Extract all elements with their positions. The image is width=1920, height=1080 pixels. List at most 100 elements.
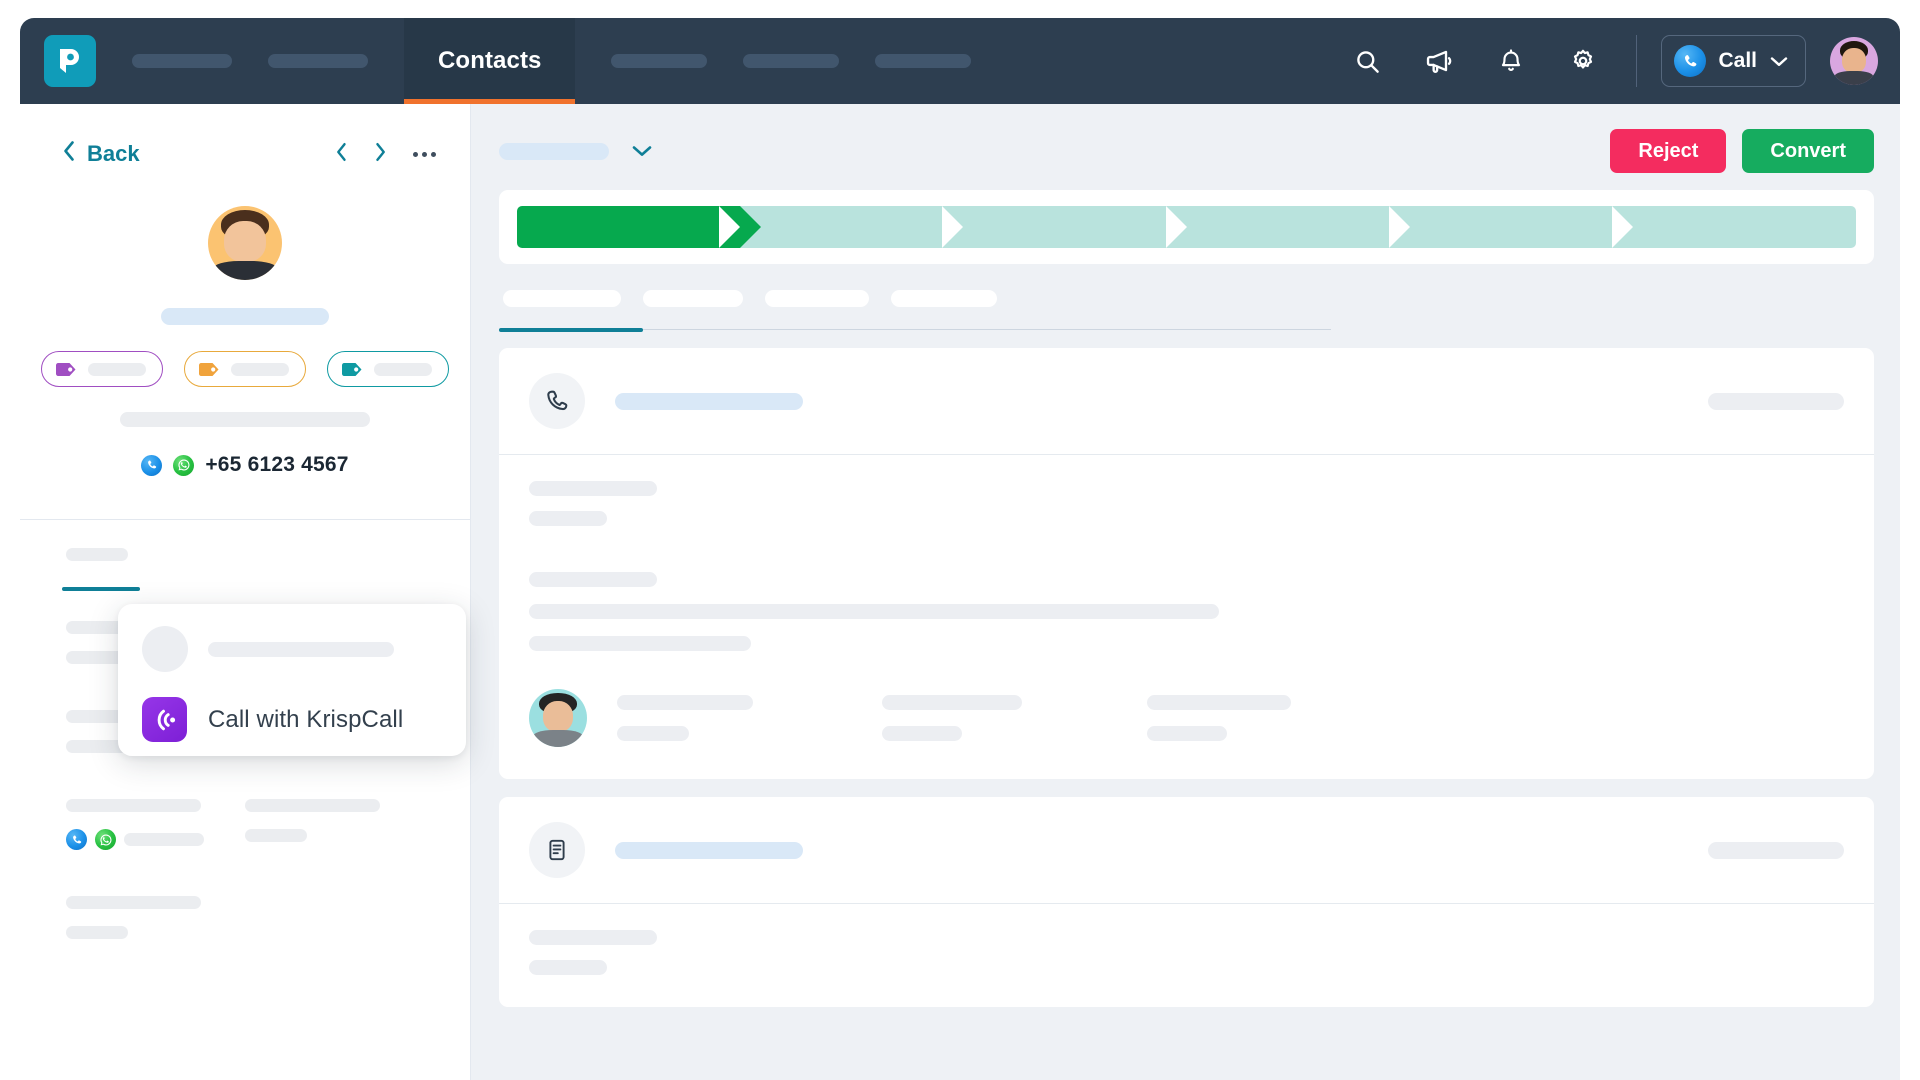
detail-value-placeholder xyxy=(245,829,307,842)
detail-field-phone xyxy=(66,799,245,850)
tab-2[interactable] xyxy=(643,290,743,307)
card-body xyxy=(499,455,1874,779)
nav-item-contacts-label: Contacts xyxy=(438,47,542,74)
top-navigation-bar: Contacts Call xyxy=(20,18,1900,104)
body-line xyxy=(529,481,657,496)
next-record-button[interactable] xyxy=(374,142,387,167)
detail-label-placeholder xyxy=(66,799,201,812)
tag-icon xyxy=(341,362,363,377)
detail-label-placeholder xyxy=(66,896,201,909)
detail-field xyxy=(66,896,261,939)
more-options-button[interactable] xyxy=(413,151,436,157)
tag-chip-orange[interactable] xyxy=(184,351,306,387)
person-field xyxy=(882,695,1147,741)
card-header xyxy=(499,348,1874,454)
detail-label-placeholder xyxy=(245,799,380,812)
body-line xyxy=(529,930,657,945)
note-icon xyxy=(529,822,585,878)
gear-icon[interactable] xyxy=(1560,38,1606,84)
whatsapp-icon[interactable] xyxy=(95,829,116,850)
record-title-placeholder xyxy=(499,142,609,160)
body-wrapper: Back +65 6123 4567 Call with KrispCall R… xyxy=(20,104,1900,1080)
card-body xyxy=(499,904,1874,1007)
detail-group-4 xyxy=(66,896,424,939)
main-tabs-underline xyxy=(499,327,1331,332)
nav-item-1[interactable] xyxy=(132,54,232,68)
nav-items xyxy=(132,54,404,68)
person-avatar xyxy=(529,689,587,747)
contact-name-placeholder xyxy=(161,308,329,325)
nav-divider xyxy=(1636,35,1638,87)
back-button[interactable]: Back xyxy=(62,140,140,168)
call-activity-card xyxy=(499,348,1874,779)
nav-item-4[interactable] xyxy=(611,54,708,68)
call-button[interactable]: Call xyxy=(1661,35,1806,87)
note-activity-card xyxy=(499,797,1874,1007)
detail-field xyxy=(245,799,424,850)
nav-item-contacts[interactable]: Contacts xyxy=(404,18,576,104)
pipeline-stage-2[interactable] xyxy=(719,206,985,248)
body-line xyxy=(529,604,1219,619)
prev-record-button[interactable] xyxy=(335,142,348,167)
pipeline-stage-5[interactable] xyxy=(1388,206,1655,248)
record-actions: Reject Convert xyxy=(1610,129,1874,173)
field-value-placeholder xyxy=(882,726,962,741)
bell-icon[interactable] xyxy=(1488,38,1534,84)
contact-phone-number[interactable]: +65 6123 4567 xyxy=(205,453,348,477)
pipeline-stage-6[interactable] xyxy=(1611,206,1857,248)
call-with-krispcall-label: Call with KrispCall xyxy=(208,705,404,733)
chevron-left-icon xyxy=(62,140,76,168)
pipeline-stage-3[interactable] xyxy=(942,206,1208,248)
pipeline-stage-4[interactable] xyxy=(1165,206,1431,248)
nav-item-2[interactable] xyxy=(268,54,368,68)
tag-chip-purple[interactable] xyxy=(41,351,163,387)
main-header: Reject Convert xyxy=(499,128,1874,174)
person-avatar-face xyxy=(529,689,587,747)
active-tab-indicator xyxy=(499,327,643,332)
convert-button[interactable]: Convert xyxy=(1742,129,1874,173)
tab-3[interactable] xyxy=(765,290,869,307)
user-avatar[interactable] xyxy=(1830,37,1878,85)
tag-icon xyxy=(55,362,77,377)
chevron-down-icon[interactable] xyxy=(631,144,653,158)
pipeline-stage-1[interactable] xyxy=(517,206,762,248)
phone-circle-icon[interactable] xyxy=(66,829,87,850)
sidebar-record-nav xyxy=(335,142,436,167)
field-label-placeholder xyxy=(1147,695,1291,710)
field-value-placeholder xyxy=(1147,726,1227,741)
card-meta-placeholder xyxy=(1708,392,1844,410)
body-line xyxy=(529,960,607,975)
krispcall-p-logo-icon[interactable] xyxy=(44,35,96,87)
call-with-krispcall-menu-item[interactable]: Call with KrispCall xyxy=(142,697,442,742)
popup-header-row xyxy=(142,626,442,672)
nav-item-5[interactable] xyxy=(743,54,840,68)
call-button-label: Call xyxy=(1718,49,1757,72)
chevron-down-icon xyxy=(1769,55,1789,68)
field-label-placeholder xyxy=(617,695,753,710)
field-value-placeholder xyxy=(617,726,689,741)
person-field xyxy=(617,695,882,741)
person-row xyxy=(529,689,1844,747)
tab-1[interactable] xyxy=(503,290,621,307)
search-icon[interactable] xyxy=(1344,38,1390,84)
tab-4[interactable] xyxy=(891,290,997,307)
user-avatar-face xyxy=(1830,37,1878,85)
call-with-krispcall-popup[interactable]: Call with KrispCall xyxy=(118,604,466,756)
back-button-label: Back xyxy=(87,141,140,166)
contact-tags xyxy=(20,351,470,387)
krispcall-wave-icon xyxy=(142,697,187,742)
sidebar-tab-1[interactable] xyxy=(66,548,128,561)
phone-circle-icon[interactable] xyxy=(141,454,163,476)
main-tabs xyxy=(499,290,1874,307)
megaphone-icon[interactable] xyxy=(1416,38,1462,84)
person-row-fields xyxy=(617,695,1844,741)
reject-button[interactable]: Reject xyxy=(1610,129,1727,173)
phone-icon xyxy=(529,373,585,429)
field-label-placeholder xyxy=(882,695,1022,710)
tag-chip-teal[interactable] xyxy=(327,351,449,387)
nav-item-6[interactable] xyxy=(875,54,972,68)
detail-value-placeholder xyxy=(124,833,204,846)
tag-label-placeholder xyxy=(88,362,146,376)
card-title-placeholder xyxy=(615,841,803,859)
whatsapp-icon[interactable] xyxy=(173,454,195,476)
